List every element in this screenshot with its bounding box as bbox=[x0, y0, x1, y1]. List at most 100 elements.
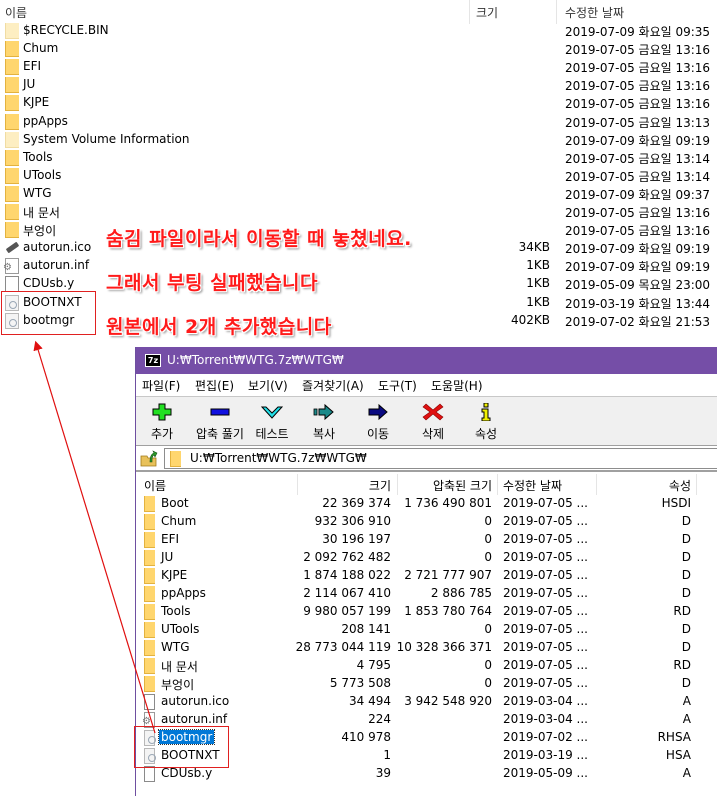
folder-icon bbox=[5, 113, 19, 130]
item-attributes: D bbox=[681, 676, 691, 690]
file-row[interactable]: JU 2019-07-05 금요일 13:16 bbox=[0, 76, 717, 94]
move-button[interactable]: 이동 bbox=[352, 401, 404, 443]
item-attributes: HSA bbox=[665, 748, 691, 762]
column-separator[interactable] bbox=[297, 474, 298, 495]
column-size[interactable]: 크기 bbox=[476, 4, 498, 21]
archive-row[interactable]: ppApps 2 114 067 410 2 886 785 2019-07-05 .… bbox=[136, 585, 717, 603]
column-size[interactable]: 크기 bbox=[369, 477, 391, 494]
address-input[interactable]: U:₩Torrent₩WTG.7z₩WTG₩ bbox=[164, 448, 717, 469]
file-size: 1KB bbox=[526, 294, 550, 309]
archive-row[interactable]: JU 2 092 762 482 0 2019-07-05 ... D bbox=[136, 549, 717, 567]
archive-row[interactable]: EFI 30 196 197 0 2019-07-05 ... D bbox=[136, 531, 717, 549]
title-bar[interactable]: 7z U:₩Torrent₩WTG.7z₩WTG₩ bbox=[136, 347, 717, 374]
column-name[interactable]: 이름 bbox=[144, 477, 166, 494]
file-icon bbox=[144, 694, 155, 710]
archive-row[interactable]: Boot 22 369 374 1 736 490 801 2019-07-05 ..… bbox=[136, 495, 717, 513]
file-modified: 2019-07-05 금요일 13:16 bbox=[565, 206, 711, 220]
file-row[interactable]: System Volume Information 2019-07-09 화요일 … bbox=[0, 131, 717, 149]
item-attributes: A bbox=[682, 712, 691, 726]
archive-row[interactable]: UTools 208 141 0 2019-07-05 ... D bbox=[136, 621, 717, 639]
item-attributes: D bbox=[681, 586, 691, 600]
file-name: ppApps bbox=[23, 113, 68, 128]
column-name[interactable]: 이름 bbox=[5, 4, 27, 21]
add-button[interactable]: 추가 bbox=[136, 401, 188, 443]
item-name: KJPE bbox=[161, 568, 188, 582]
item-name: autorun.ico bbox=[161, 694, 230, 708]
column-separator[interactable] bbox=[696, 474, 697, 495]
file-row[interactable]: Chum 2019-07-05 금요일 13:16 bbox=[0, 40, 717, 58]
delete-label: 삭제 bbox=[421, 427, 445, 441]
highlight-box bbox=[134, 726, 229, 768]
menu-view[interactable]: 보기(V) bbox=[248, 377, 288, 394]
extract-button[interactable]: 압축 풀기 bbox=[191, 401, 249, 443]
archive-row[interactable]: KJPE 1 874 188 022 2 721 777 907 2019-07-05… bbox=[136, 567, 717, 585]
item-name: Chum bbox=[161, 514, 197, 528]
file-row[interactable]: ppApps 2019-07-05 금요일 13:13 bbox=[0, 113, 717, 131]
toolbar: 추가 압축 풀기 테스트 복사 이동 삭제 속성 bbox=[136, 396, 717, 446]
test-button[interactable]: 테스트 bbox=[246, 401, 298, 443]
column-separator[interactable] bbox=[556, 0, 557, 24]
add-icon bbox=[152, 403, 172, 421]
menu-help[interactable]: 도움말(H) bbox=[431, 377, 483, 394]
file-modified: 2019-07-05 금요일 13:14 bbox=[565, 169, 711, 184]
archive-row[interactable]: 내 문서 4 795 0 2019-07-05 ... RD bbox=[136, 657, 717, 675]
folder-icon bbox=[144, 622, 155, 638]
column-separator[interactable] bbox=[469, 0, 470, 24]
archive-row[interactable]: WTG 28 773 044 119 10 328 366 371 2019-07-0… bbox=[136, 639, 717, 657]
file-modified: 2019-07-09 화요일 09:19 bbox=[565, 260, 711, 275]
menu-edit[interactable]: 편집(E) bbox=[195, 377, 234, 394]
item-size: 9 980 057 199 bbox=[303, 604, 391, 618]
column-attributes[interactable]: 속성 bbox=[669, 477, 691, 494]
folder-icon bbox=[144, 676, 155, 692]
menu-tools[interactable]: 도구(T) bbox=[378, 377, 417, 394]
file-row[interactable]: 내 문서 2019-07-05 금요일 13:16 bbox=[0, 203, 717, 221]
archive-row[interactable]: Chum 932 306 910 0 2019-07-05 ... D bbox=[136, 513, 717, 531]
item-attributes: RD bbox=[673, 658, 691, 672]
column-separator[interactable] bbox=[397, 474, 398, 495]
column-modified[interactable]: 수정한 날짜 bbox=[565, 4, 624, 21]
folder-icon bbox=[144, 658, 155, 674]
item-modified: 2019-07-05 ... bbox=[503, 514, 588, 528]
column-separator[interactable] bbox=[596, 474, 597, 495]
file-row[interactable]: $RECYCLE.BIN 2019-07-09 화요일 09:35 bbox=[0, 22, 717, 40]
menu-favorites[interactable]: 즐겨찾기(A) bbox=[302, 377, 364, 394]
item-attributes: RD bbox=[673, 604, 691, 618]
delete-button[interactable]: 삭제 bbox=[407, 401, 459, 443]
item-modified: 2019-03-19 ... bbox=[503, 748, 588, 762]
copy-button[interactable]: 복사 bbox=[298, 401, 350, 443]
file-row[interactable]: KJPE 2019-07-05 금요일 13:16 bbox=[0, 94, 717, 112]
archive-row[interactable]: Tools 9 980 057 199 1 853 780 764 2019-07-0… bbox=[136, 603, 717, 621]
item-attributes: D bbox=[681, 550, 691, 564]
folder-icon bbox=[144, 568, 155, 584]
archive-row[interactable]: 부엉이 5 773 508 0 2019-07-05 ... D bbox=[136, 675, 717, 693]
item-name: Tools bbox=[161, 604, 191, 618]
file-row[interactable]: BOOTNXT 1KB 2019-03-19 화요일 13:44 bbox=[0, 294, 717, 312]
file-icon bbox=[5, 276, 19, 293]
archive-row[interactable]: autorun.ico 34 494 3 942 548 920 2019-03-04… bbox=[136, 693, 717, 711]
item-packed-size: 0 bbox=[484, 532, 492, 546]
folder-icon bbox=[144, 496, 155, 512]
folder-icon bbox=[5, 95, 19, 112]
file-row[interactable]: WTG 2019-07-09 화요일 09:37 bbox=[0, 185, 717, 203]
item-name: Boot bbox=[161, 496, 189, 510]
column-separator[interactable] bbox=[497, 474, 498, 495]
menu-file[interactable]: 파일(F) bbox=[142, 377, 180, 394]
folder-icon bbox=[144, 550, 155, 566]
item-name: WTG bbox=[161, 640, 190, 654]
file-row[interactable]: Tools 2019-07-05 금요일 13:14 bbox=[0, 149, 717, 167]
info-button[interactable]: 속성 bbox=[460, 401, 512, 443]
file-row[interactable]: UTools 2019-07-05 금요일 13:14 bbox=[0, 167, 717, 185]
folder-icon bbox=[170, 451, 181, 467]
item-modified: 2019-03-04 ... bbox=[503, 712, 588, 726]
info-label: 속성 bbox=[474, 427, 498, 441]
item-packed-size: 1 853 780 764 bbox=[404, 604, 492, 618]
item-name: 내 문서 bbox=[161, 660, 198, 674]
folder-up-icon[interactable] bbox=[140, 449, 158, 467]
file-row[interactable]: EFI 2019-07-05 금요일 13:16 bbox=[0, 58, 717, 76]
column-packed-size[interactable]: 압축된 크기 bbox=[433, 477, 492, 494]
move-label: 이동 bbox=[366, 427, 390, 441]
column-modified[interactable]: 수정한 날짜 bbox=[503, 477, 562, 494]
item-modified: 2019-07-05 ... bbox=[503, 586, 588, 600]
add-label: 추가 bbox=[150, 427, 174, 441]
file-name: autorun.inf bbox=[23, 258, 90, 273]
